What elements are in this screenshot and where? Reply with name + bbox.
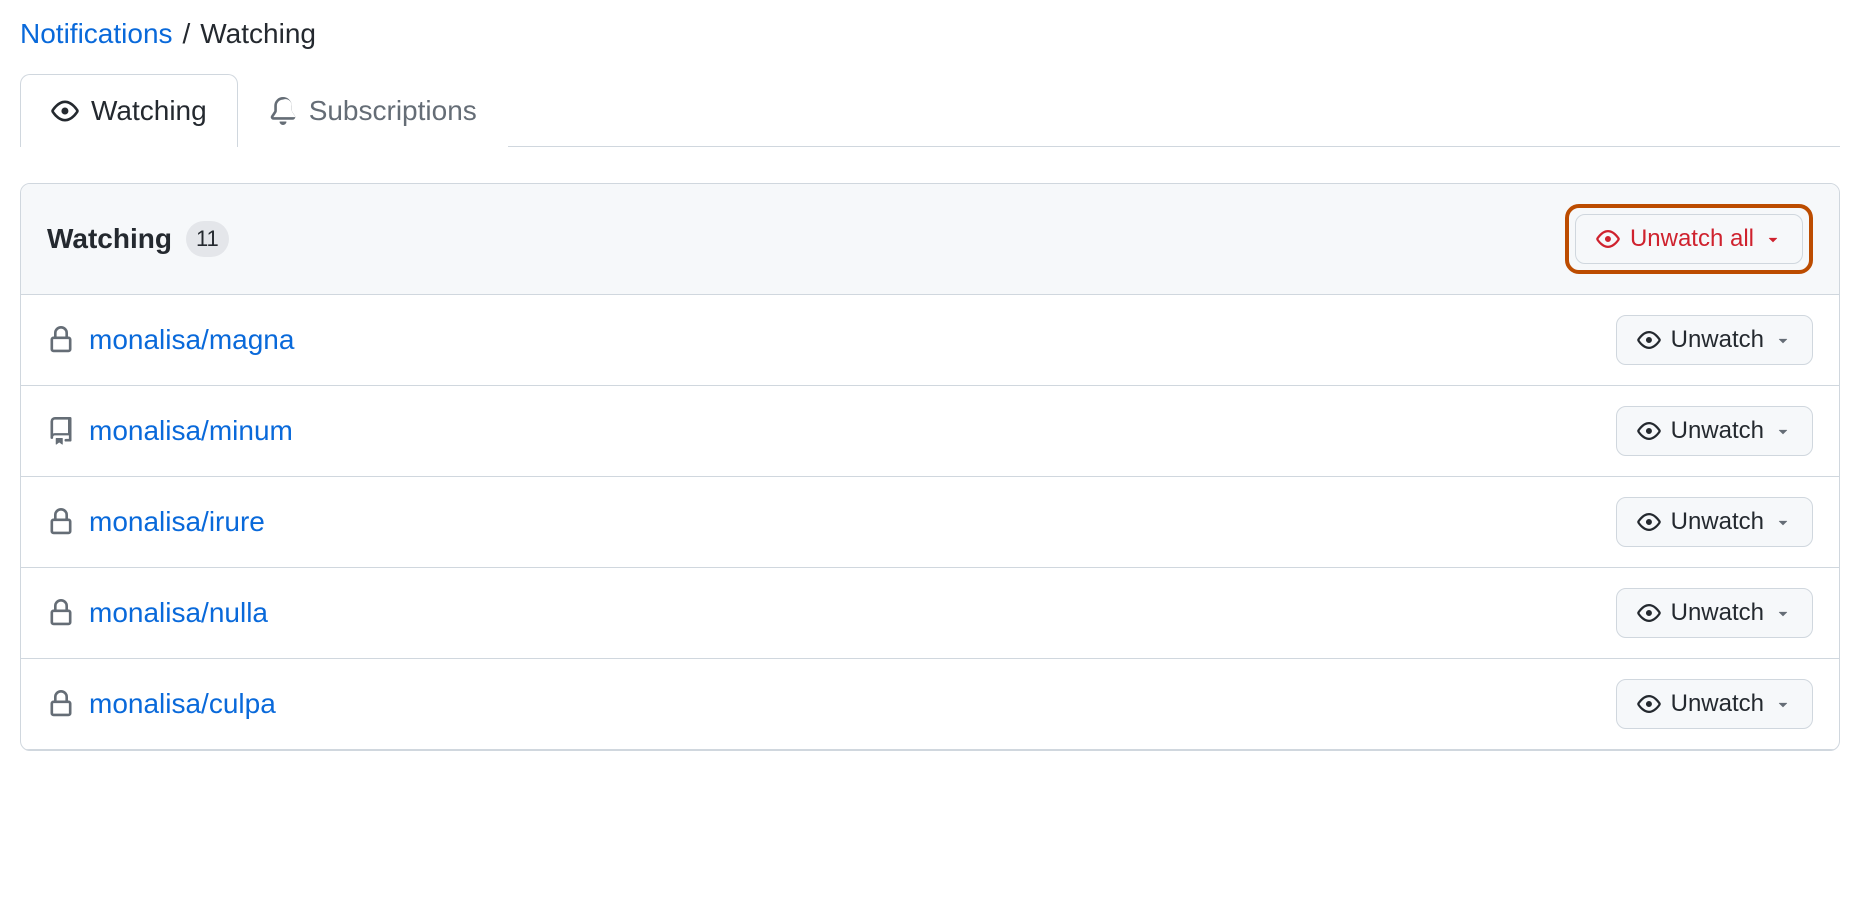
unwatch-label: Unwatch [1671,326,1764,354]
eye-icon [1596,227,1620,251]
repo-list: monalisa/magna Unwatch monalisa/minum Unwat… [21,295,1839,750]
count-badge: 11 [186,221,229,257]
caret-down-icon [1774,513,1792,531]
caret-down-icon [1764,230,1782,248]
panel-title: Watching [47,223,172,255]
tab-watching-label: Watching [91,95,207,127]
unwatch-label: Unwatch [1671,417,1764,445]
unwatch-button[interactable]: Unwatch [1616,679,1813,729]
repo-row: monalisa/minum Unwatch [21,386,1839,477]
watching-panel: Watching 11 Unwatch all monalisa/magna Un… [20,183,1840,751]
repo-row: monalisa/nulla Unwatch [21,568,1839,659]
unwatch-button[interactable]: Unwatch [1616,497,1813,547]
repo-link[interactable]: monalisa/minum [89,415,293,447]
lock-icon [47,326,75,354]
caret-down-icon [1774,695,1792,713]
eye-icon [1637,510,1661,534]
tab-watching[interactable]: Watching [20,74,238,147]
unwatch-button[interactable]: Unwatch [1616,588,1813,638]
breadcrumb-link-notifications[interactable]: Notifications [20,18,173,50]
repo-row: monalisa/culpa Unwatch [21,659,1839,750]
repo-link[interactable]: monalisa/magna [89,324,294,356]
unwatch-label: Unwatch [1671,508,1764,536]
lock-icon [47,690,75,718]
repo-link[interactable]: monalisa/culpa [89,688,276,720]
repo-row: monalisa/magna Unwatch [21,295,1839,386]
unwatch-all-highlight: Unwatch all [1565,204,1813,274]
repo-icon [47,417,75,445]
lock-icon [47,599,75,627]
repo-link[interactable]: monalisa/nulla [89,597,268,629]
breadcrumb-current: Watching [200,18,316,50]
unwatch-all-label: Unwatch all [1630,225,1754,253]
eye-icon [1637,601,1661,625]
repo-link[interactable]: monalisa/irure [89,506,265,538]
eye-icon [1637,692,1661,716]
tab-subscriptions-label: Subscriptions [309,95,477,127]
tabs: Watching Subscriptions [20,74,1840,147]
bell-icon [269,97,297,125]
lock-icon [47,508,75,536]
eye-icon [1637,419,1661,443]
unwatch-label: Unwatch [1671,599,1764,627]
caret-down-icon [1774,604,1792,622]
unwatch-label: Unwatch [1671,690,1764,718]
tab-subscriptions[interactable]: Subscriptions [238,74,508,147]
repo-row: monalisa/irure Unwatch [21,477,1839,568]
unwatch-all-button[interactable]: Unwatch all [1575,214,1803,264]
panel-header: Watching 11 Unwatch all [21,184,1839,295]
caret-down-icon [1774,331,1792,349]
eye-icon [1637,328,1661,352]
unwatch-button[interactable]: Unwatch [1616,315,1813,365]
caret-down-icon [1774,422,1792,440]
unwatch-button[interactable]: Unwatch [1616,406,1813,456]
eye-icon [51,97,79,125]
breadcrumb: Notifications / Watching [20,0,1840,74]
breadcrumb-separator: / [183,18,191,50]
